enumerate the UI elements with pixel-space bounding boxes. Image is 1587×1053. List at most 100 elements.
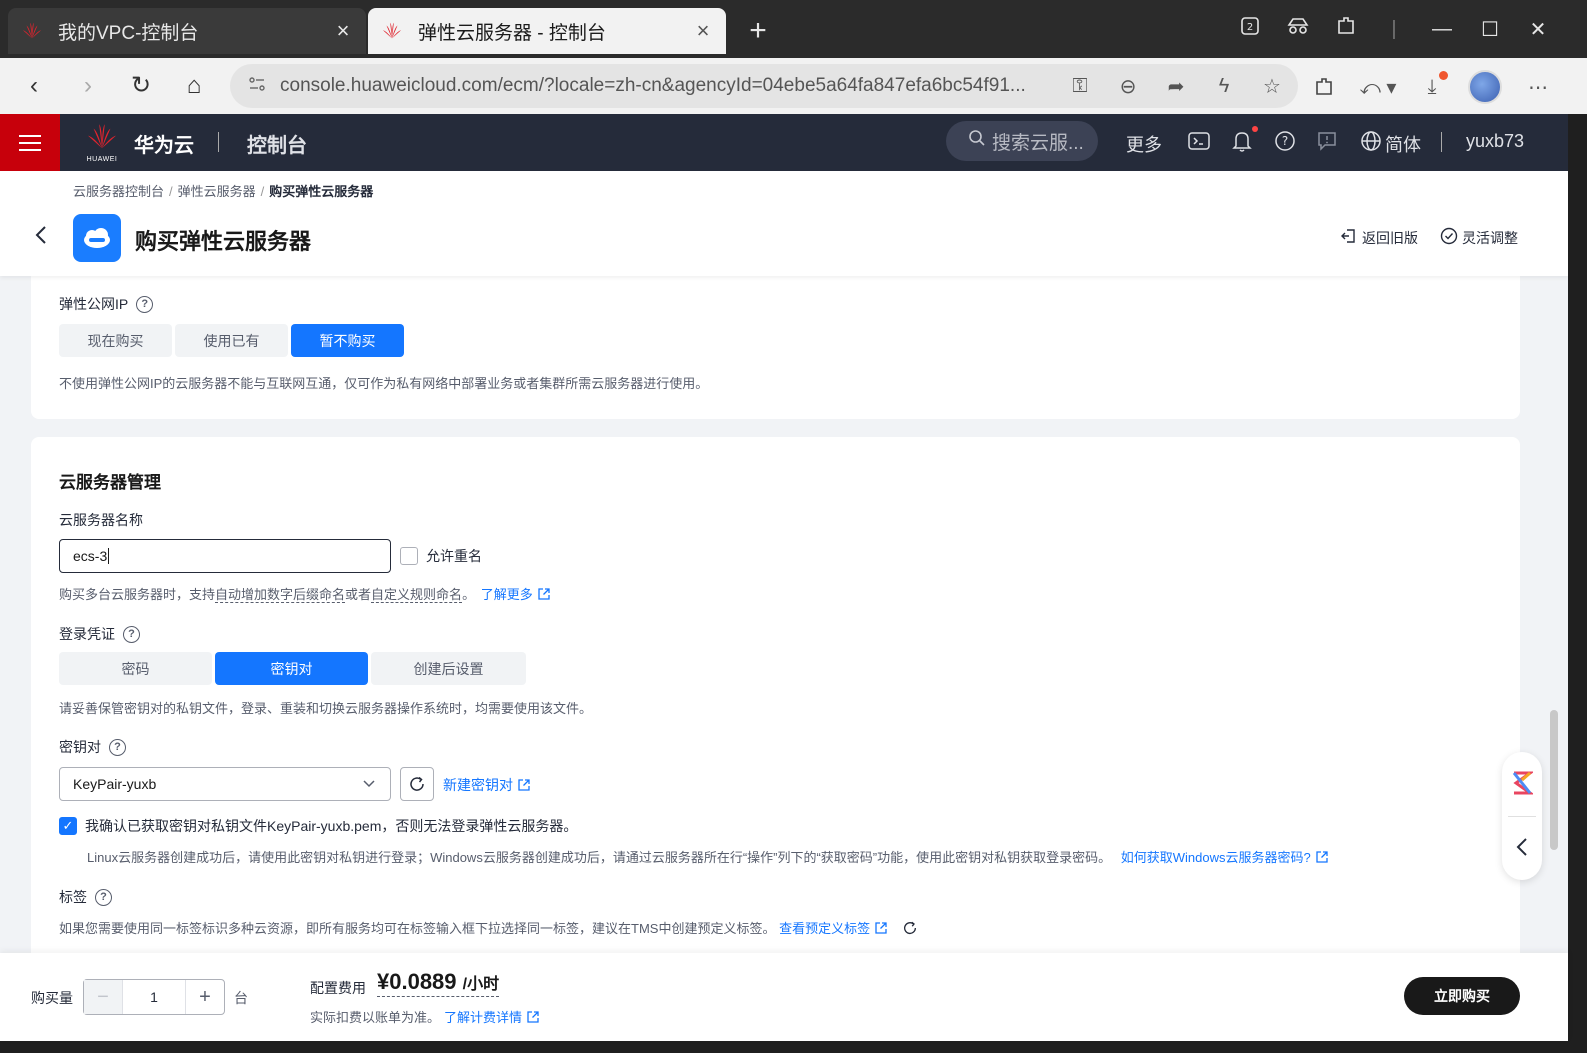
tag-label: 标签 ? <box>59 887 112 907</box>
learn-more-link[interactable]: 了解更多 <box>481 584 551 603</box>
keypair-label: 密钥对 ? <box>59 737 126 757</box>
keypair-confirm-checkbox[interactable]: ✓ <box>59 817 77 835</box>
help-icon[interactable]: ? <box>123 625 140 643</box>
cred-label-text: 登录凭证 <box>59 626 115 642</box>
flexible-adjust-link[interactable]: 灵活调整 <box>1440 227 1518 248</box>
quantity-stepper[interactable]: − 1 + <box>83 979 225 1015</box>
globe-icon[interactable] <box>1358 128 1384 154</box>
check-circle-icon <box>1440 227 1458 248</box>
more-menu[interactable]: 更多 <box>1126 131 1162 157</box>
quantity-label: 购买量 <box>31 990 73 1006</box>
help-icon[interactable]: ? <box>109 738 126 756</box>
return-old-version-link[interactable]: 返回旧版 <box>1340 227 1418 248</box>
eip-option-buy-now[interactable]: 现在购买 <box>59 324 172 357</box>
incognito-icon[interactable] <box>1274 16 1322 42</box>
back-arrow-icon[interactable] <box>34 225 48 251</box>
new-keypair-link[interactable]: 新建密钥对 <box>443 775 531 795</box>
server-name-input[interactable]: ecs-3 <box>59 539 391 573</box>
breadcrumb-item[interactable]: 云服务器控制台 <box>73 184 164 199</box>
allow-duplicate-checkbox[interactable] <box>400 547 418 565</box>
console-link[interactable]: 控制台 <box>247 129 307 158</box>
cred-option-password[interactable]: 密码 <box>59 652 212 685</box>
keypair-confirm[interactable]: ✓ 我确认已获取密钥对私钥文件KeyPair-yuxb.pem，否则无法登录弹性… <box>59 816 577 836</box>
help-icon[interactable]: ? <box>1272 128 1298 154</box>
extension-puzzle-icon[interactable] <box>1310 73 1338 101</box>
key-icon[interactable]: ⚿ <box>1066 72 1094 100</box>
increase-button[interactable]: + <box>186 980 224 1014</box>
site-info-icon[interactable] <box>248 75 266 98</box>
view-predefined-tags-link[interactable]: 查看预定义标签 <box>779 918 888 937</box>
language-switch[interactable]: 简体 <box>1385 131 1421 157</box>
address-bar[interactable]: console.huaweicloud.com/ecm/?locale=zh-c… <box>230 64 1298 108</box>
refresh-tags-icon[interactable] <box>902 920 918 939</box>
refresh-icon <box>410 776 424 791</box>
search-icon <box>968 129 986 153</box>
cloud-shell-icon[interactable] <box>1186 128 1212 154</box>
breadcrumb-current: 购买弹性云服务器 <box>269 184 374 199</box>
keypair-select[interactable]: KeyPair-yuxb <box>59 767 391 801</box>
price-display[interactable]: ¥0.0889 /小时 <box>377 969 500 997</box>
bolt-icon[interactable]: ϟ <box>1210 72 1238 100</box>
browser-toolbar: ‹ › ↻ ⌂ console.huaweicloud.com/ecm/?loc… <box>0 58 1587 114</box>
back-icon[interactable]: ‹ <box>18 70 50 102</box>
maximize-icon[interactable]: ☐ <box>1466 17 1514 42</box>
forward-icon[interactable]: › <box>72 70 104 102</box>
downloads-icon[interactable]: ⤓ <box>1418 71 1448 101</box>
breadcrumb-item[interactable]: 弹性云服务器 <box>178 184 256 199</box>
billing-details-label: 了解计费详情 <box>444 1010 523 1025</box>
assistant-logo-icon[interactable] <box>1511 770 1535 801</box>
collapse-chevron-icon[interactable] <box>1515 837 1529 862</box>
flexible-adjust-label: 灵活调整 <box>1462 229 1518 246</box>
section-title: 云服务器管理 <box>59 473 161 492</box>
fee-note: 实际扣费以账单为准。 了解计费详情 <box>310 1007 540 1026</box>
windows-password-link[interactable]: 如何获取Windows云服务器密码? <box>1121 847 1329 866</box>
feedback-icon[interactable] <box>1314 128 1340 154</box>
new-tab-icon[interactable]: + <box>740 14 776 48</box>
help-icon[interactable]: ? <box>136 295 154 313</box>
credential-segment: 密码 密钥对 创建后设置 <box>59 652 526 685</box>
page-scrollbar[interactable] <box>1550 710 1558 850</box>
workspaces-icon[interactable]: 2 <box>1226 16 1274 42</box>
minimize-icon[interactable]: — <box>1418 18 1466 41</box>
close-tab-icon[interactable]: × <box>692 18 714 44</box>
zoom-out-icon[interactable]: ⊖ <box>1114 72 1142 100</box>
cred-option-keypair[interactable]: 密钥对 <box>215 652 368 685</box>
header-search[interactable]: 搜索云服... <box>946 121 1098 161</box>
reload-icon[interactable]: ↻ <box>125 70 157 102</box>
close-tab-icon[interactable]: × <box>332 18 354 44</box>
credential-hint: 请妥善保管密钥对的私钥文件，登录、重装和切换云服务器操作系统时，均需要使用该文件… <box>59 701 593 716</box>
custom-rule-term[interactable]: 自定义规则命名 <box>371 587 463 603</box>
extensions-icon[interactable] <box>1322 15 1370 43</box>
history-undo-icon[interactable]: ⤺ ▾ <box>1358 73 1398 101</box>
floating-assistant-widget <box>1502 752 1542 880</box>
favorite-star-icon[interactable]: ☆ <box>1258 72 1286 100</box>
keypair-selected-value: KeyPair-yuxb <box>73 776 157 792</box>
profile-avatar[interactable] <box>1468 70 1502 104</box>
quantity-value[interactable]: 1 <box>122 980 186 1014</box>
billing-details-link[interactable]: 了解计费详情 <box>444 1007 540 1026</box>
user-menu[interactable]: yuxb73 <box>1466 131 1524 152</box>
refresh-keypair-button[interactable] <box>400 767 434 801</box>
eip-option-use-existing[interactable]: 使用已有 <box>175 324 288 357</box>
cred-option-set-later[interactable]: 创建后设置 <box>371 652 526 685</box>
allow-duplicate-name[interactable]: 允许重名 <box>400 546 482 566</box>
more-options-icon[interactable]: ⋯ <box>1524 73 1552 101</box>
help-icon[interactable]: ? <box>95 888 112 906</box>
new-keypair-label: 新建密钥对 <box>443 777 513 793</box>
close-window-icon[interactable]: ✕ <box>1514 17 1562 42</box>
external-link-icon <box>875 921 887 934</box>
buy-now-button[interactable]: 立即购买 <box>1404 977 1520 1015</box>
home-icon[interactable]: ⌂ <box>178 70 210 102</box>
browser-tab-ecs[interactable]: 弹性云服务器 - 控制台 × <box>368 8 726 54</box>
eip-option-not-buy[interactable]: 暂不购买 <box>291 324 404 357</box>
decrease-button[interactable]: − <box>84 980 122 1014</box>
browser-tab-vpc[interactable]: 我的VPC-控制台 × <box>8 8 366 54</box>
browser-extra-controls: 2 | — ☐ ✕ <box>1226 14 1562 44</box>
notification-bell-icon[interactable] <box>1229 126 1258 154</box>
allow-duplicate-label: 允许重名 <box>426 548 482 564</box>
huawei-logo[interactable]: HUAWEI <box>84 123 120 163</box>
auto-suffix-term[interactable]: 自动增加数字后缀命名 <box>215 587 346 603</box>
menu-icon[interactable] <box>0 114 60 171</box>
share-icon[interactable]: ➦ <box>1162 72 1190 100</box>
brand-name[interactable]: 华为云 <box>134 129 194 158</box>
